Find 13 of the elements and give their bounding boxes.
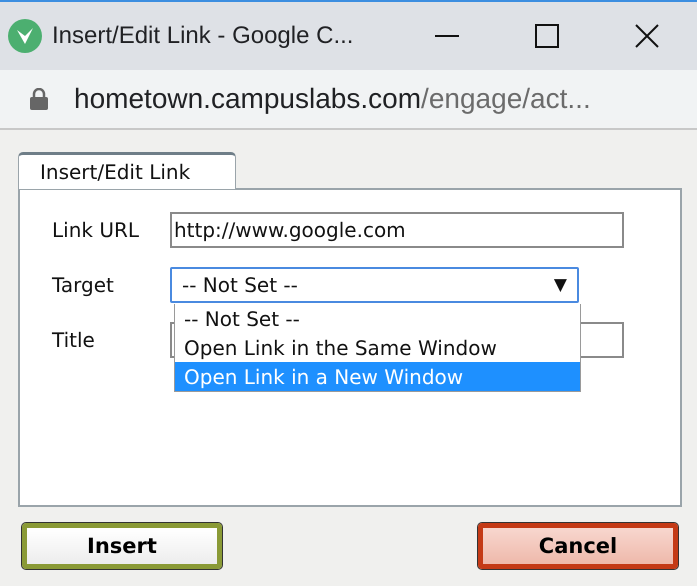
- close-icon[interactable]: [635, 24, 659, 48]
- cancel-button[interactable]: Cancel: [478, 523, 678, 569]
- field-label: Target: [52, 273, 115, 297]
- field-label: Title: [52, 328, 96, 352]
- insert-button[interactable]: Insert: [22, 523, 222, 569]
- field-label: Link URL: [52, 218, 140, 242]
- target-select[interactable]: -- Not Set -- ▼: [170, 267, 579, 303]
- app-logo-icon: [8, 19, 42, 53]
- window-title: Insert/Edit Link - Google C...: [52, 22, 354, 50]
- tab[interactable]: Insert/Edit Link: [18, 152, 236, 189]
- lock-icon: [30, 88, 48, 110]
- link-url-field[interactable]: http://www.google.com: [170, 212, 624, 248]
- maximize-icon[interactable]: [535, 24, 559, 48]
